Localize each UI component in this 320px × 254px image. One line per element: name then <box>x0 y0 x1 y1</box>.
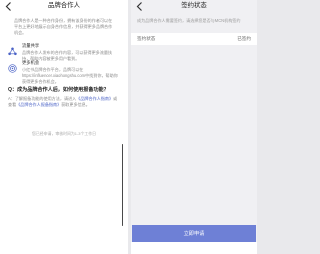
contract-status-screen: 签约状态 成为品牌合作人需要签约，请选择您是否与MCN机构签约 签约状态 已签约… <box>131 0 257 254</box>
feature-title: 更多机会 <box>22 60 40 65</box>
intro-text: 品牌合作人是一种合作身份，拥有该身份的作者可以在平台上更好地展示自身合作信息，并… <box>14 18 113 36</box>
feature-title: 流量共享 <box>22 43 40 48</box>
scrollbar-thumb[interactable] <box>122 144 124 226</box>
influencer-url-link[interactable]: https://influencer.xiaohongshu.com <box>22 73 85 78</box>
share-nodes-icon <box>8 43 17 56</box>
answer-suffix: 获取更多信息。 <box>61 102 90 108</box>
nav-bar: 品牌合作人 <box>0 0 128 14</box>
bottom-safe-area <box>131 242 257 254</box>
contract-status-row[interactable]: 签约状态 已签约 <box>131 33 257 45</box>
apply-now-button[interactable]: 立即申请 <box>132 225 256 242</box>
target-icon <box>8 60 17 73</box>
page-title: 品牌合作人 <box>48 2 80 9</box>
report-guide-link[interactable]: 《品牌合作人报备指南》 <box>16 102 61 107</box>
nav-bar: 签约状态 <box>131 0 257 14</box>
answer-prefix: A：了解报备功能的使用方法，请进入 <box>8 96 77 101</box>
contract-hint: 成为品牌合作人需要签约，请选择您是否与MCN机构签约 <box>137 18 241 23</box>
brand-partner-screen: 品牌合作人 品牌合作人是一种合作身份，拥有该身份的作者可以在平台上更好地展示自身… <box>0 0 128 254</box>
status-label: 签约状态 <box>137 36 156 41</box>
screenshot-stage: 品牌合作人 品牌合作人是一种合作身份，拥有该身份的作者可以在平台上更好地展示自身… <box>0 0 257 254</box>
feature-desc-prefix: 小红书品牌合作平台，品牌可以在 <box>22 67 84 72</box>
faq-question: Q：成为品牌合作人后，如何使用报备功能？ <box>8 87 109 93</box>
page-title: 签约状态 <box>181 2 207 9</box>
faq-answer: A：了解报备功能的使用方法，请进入《品牌合作人指南》或查看《品牌合作人报备指南》… <box>8 96 120 108</box>
status-value: 已签约 <box>237 36 251 41</box>
bottom-safe-area <box>0 236 128 254</box>
review-note: 您已经申请，审核时间为1-3个工作日 <box>32 131 96 136</box>
partner-guide-link[interactable]: 《品牌合作人指南》 <box>76 96 113 101</box>
feature-desc: 小红书品牌合作平台，品牌可以在https://influencer.xiaoho… <box>22 67 118 85</box>
